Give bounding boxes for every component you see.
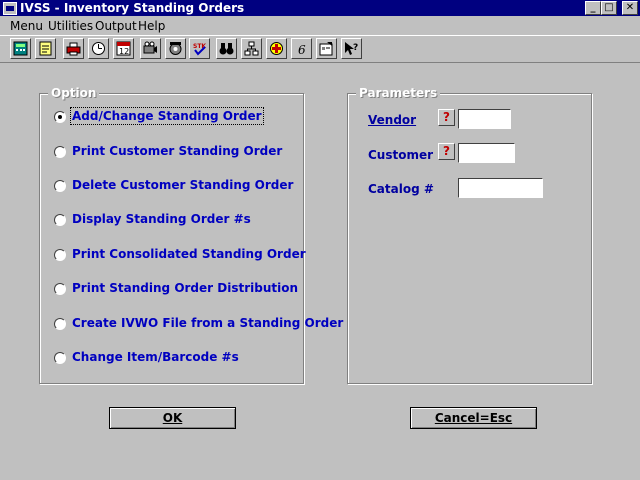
toolbar: 12 STK 6 ? bbox=[0, 35, 640, 63]
close-button[interactable]: ✕ bbox=[622, 1, 638, 15]
option-group: Option bbox=[39, 86, 304, 384]
app-icon[interactable] bbox=[3, 2, 17, 15]
minimize-button[interactable]: _ bbox=[585, 1, 601, 15]
projector-icon[interactable] bbox=[140, 38, 161, 59]
cancel-button-label: Cancel=Esc bbox=[434, 411, 513, 425]
ok-button[interactable]: OK bbox=[109, 407, 236, 429]
menu-bar: Menu Utilities Output Help bbox=[0, 17, 640, 35]
phone-icon[interactable] bbox=[165, 38, 186, 59]
radio-button[interactable] bbox=[54, 318, 66, 330]
menu-item-help[interactable]: Help bbox=[138, 19, 165, 33]
clock-icon[interactable] bbox=[88, 38, 109, 59]
catalog-label: Catalog # bbox=[368, 182, 434, 196]
radio-label[interactable]: Print Standing Order Distribution bbox=[72, 281, 298, 295]
customer-number-field[interactable] bbox=[458, 143, 515, 163]
calculator-icon[interactable] bbox=[10, 38, 31, 59]
vendor-lookup-button[interactable]: ? bbox=[438, 109, 455, 126]
help-pointer-icon[interactable]: ? bbox=[341, 38, 362, 59]
svg-text:6: 6 bbox=[298, 43, 306, 56]
radio-button[interactable] bbox=[54, 283, 66, 295]
radio-button[interactable] bbox=[54, 214, 66, 226]
network-icon[interactable] bbox=[241, 38, 262, 59]
window-title: IVSS - Inventory Standing Orders bbox=[20, 1, 245, 15]
svg-text:?: ? bbox=[353, 43, 358, 53]
stk-check-icon[interactable]: STK bbox=[189, 38, 210, 59]
menu-item-utilities[interactable]: Utilities bbox=[48, 19, 93, 33]
properties-icon[interactable] bbox=[316, 38, 337, 59]
title-bar: IVSS - Inventory Standing Orders _ □ ✕ bbox=[0, 0, 640, 16]
vendor-field[interactable] bbox=[458, 109, 511, 129]
radio-button[interactable] bbox=[54, 352, 66, 364]
radio-label[interactable]: Print Customer Standing Order bbox=[72, 144, 282, 158]
customer-lookup-button[interactable]: ? bbox=[438, 143, 455, 160]
cancel-button[interactable]: Cancel=Esc bbox=[410, 407, 537, 429]
radio-label[interactable]: Change Item/Barcode #s bbox=[72, 350, 239, 364]
menu-item-output[interactable]: Output bbox=[95, 19, 137, 33]
radio-label[interactable]: Print Consolidated Standing Order bbox=[72, 247, 306, 261]
menu-item-menu[interactable]: Menu bbox=[10, 19, 43, 33]
radio-label[interactable]: Delete Customer Standing Order bbox=[72, 178, 293, 192]
radio-label[interactable]: Create IVWO File from a Standing Order bbox=[72, 316, 343, 330]
radio-label[interactable]: Display Standing Order #s bbox=[72, 212, 251, 226]
parameters-group: Parameters bbox=[347, 86, 592, 384]
option-legend: Option bbox=[48, 86, 100, 100]
catalog-number-field[interactable] bbox=[458, 178, 543, 198]
radio-label[interactable]: Add/Change Standing Order bbox=[70, 107, 264, 125]
binoculars-icon[interactable] bbox=[216, 38, 237, 59]
svg-text:12: 12 bbox=[119, 47, 129, 56]
ok-button-label: OK bbox=[162, 411, 183, 425]
printer-icon[interactable] bbox=[63, 38, 84, 59]
parameters-legend: Parameters bbox=[356, 86, 441, 100]
six-icon[interactable]: 6 bbox=[291, 38, 312, 59]
plus-icon[interactable] bbox=[266, 38, 287, 59]
calendar-icon[interactable]: 12 bbox=[113, 38, 134, 59]
maximize-button[interactable]: □ bbox=[601, 1, 617, 15]
radio-button[interactable] bbox=[54, 146, 66, 158]
vendor-label: Vendor bbox=[368, 113, 417, 127]
customer-label: Customer # bbox=[368, 148, 448, 162]
notepad-icon[interactable] bbox=[35, 38, 56, 59]
radio-button[interactable] bbox=[54, 249, 66, 261]
radio-button[interactable] bbox=[54, 111, 66, 123]
radio-button[interactable] bbox=[54, 180, 66, 192]
